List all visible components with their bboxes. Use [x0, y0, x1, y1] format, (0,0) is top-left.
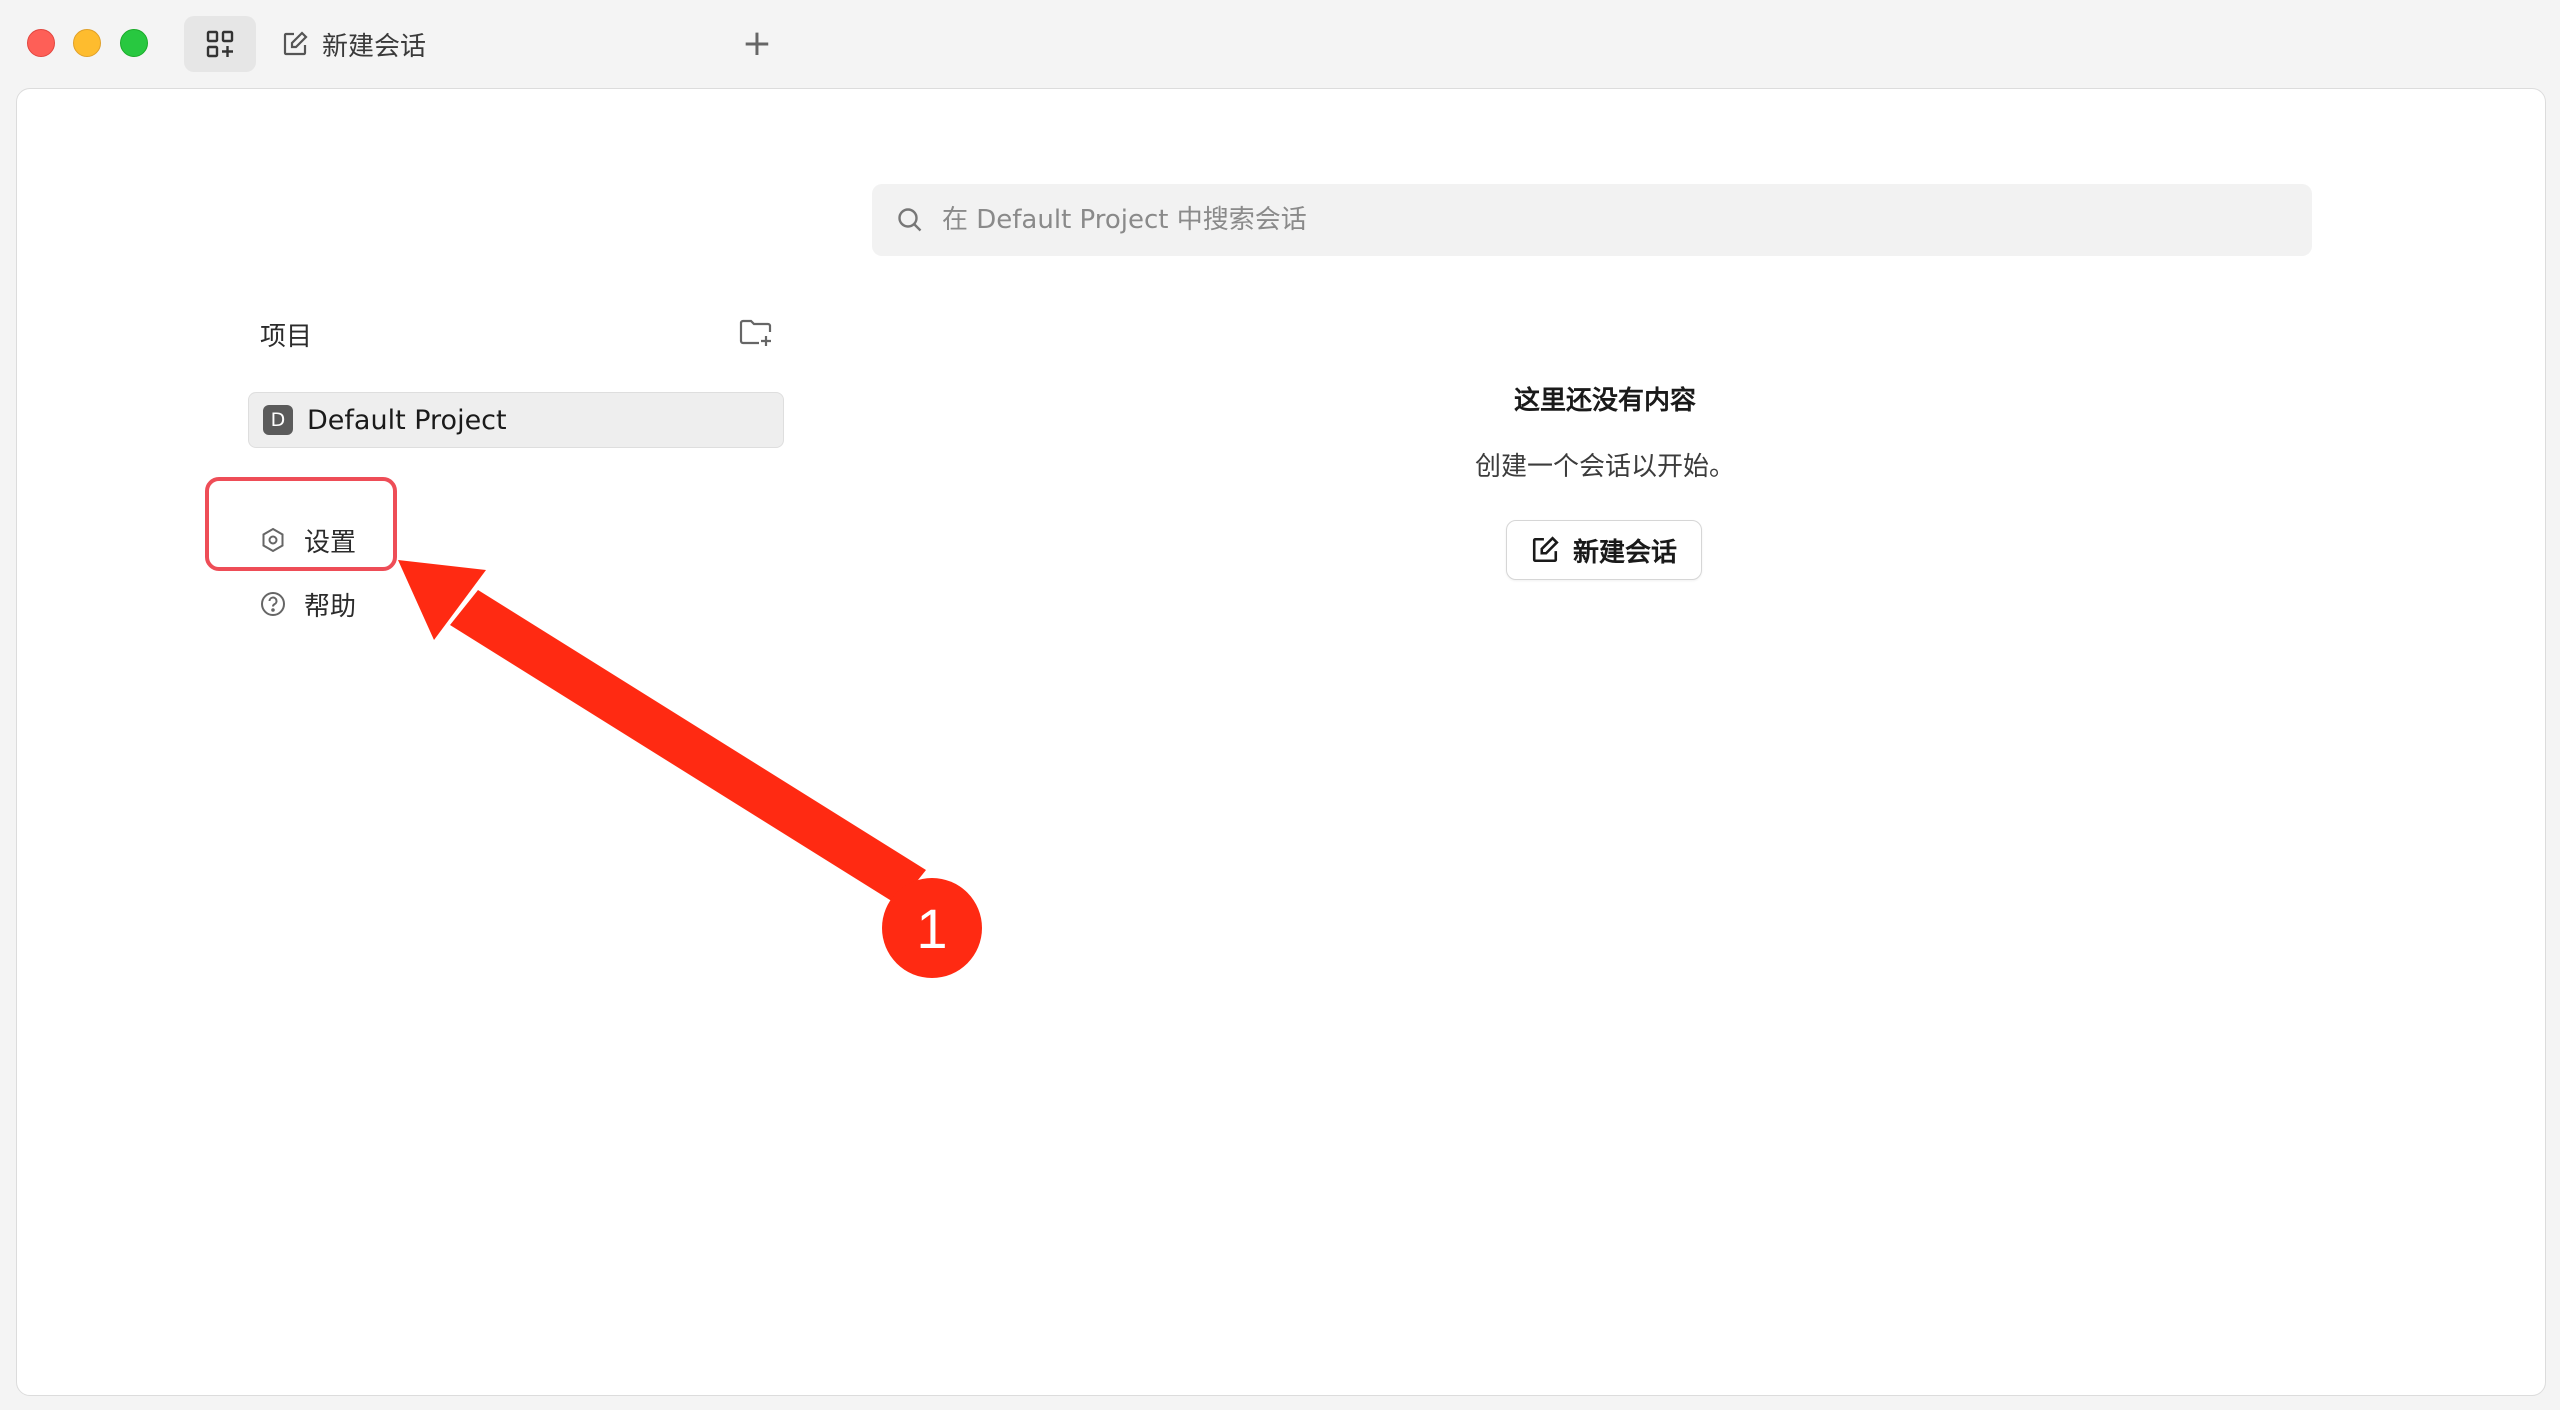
search-icon — [898, 208, 922, 232]
new-chat-button[interactable]: 新建会话 — [1506, 520, 1702, 580]
tab-new-chat[interactable]: 新建会话 — [282, 16, 426, 72]
apps-grid-button[interactable] — [184, 16, 256, 72]
project-name: Default Project — [307, 404, 507, 436]
minimize-window-button[interactable] — [73, 29, 101, 57]
title-bar: 新建会话 + — [0, 0, 2560, 88]
help-icon — [261, 592, 285, 616]
help-label: 帮助 — [304, 591, 357, 622]
grid-plus-icon — [206, 30, 234, 58]
project-avatar: D — [263, 405, 293, 435]
settings-highlight-box — [205, 477, 397, 571]
main-window — [16, 88, 2546, 1396]
empty-state-subtitle: 创建一个会话以开始。 — [1474, 452, 1735, 482]
sidebar-item-help[interactable]: 帮助 — [260, 582, 356, 626]
new-chat-label: 新建会话 — [1572, 537, 1677, 568]
edit-icon — [283, 31, 308, 56]
search-input[interactable] — [942, 205, 2242, 235]
tab-label: 新建会话 — [322, 31, 427, 62]
new-project-button[interactable] — [736, 312, 776, 352]
folder-plus-icon — [739, 319, 772, 346]
empty-state-title: 这里还没有内容 — [1513, 386, 1696, 416]
close-window-button[interactable] — [27, 29, 55, 57]
search-bar[interactable] — [872, 184, 2312, 256]
projects-heading: 项目 — [260, 322, 313, 352]
step-number-badge: 1 — [882, 878, 982, 978]
zoom-window-button[interactable] — [120, 29, 148, 57]
project-item-default[interactable]: D Default Project — [248, 392, 784, 448]
edit-icon — [1532, 536, 1559, 563]
new-tab-button[interactable]: + — [738, 22, 776, 66]
